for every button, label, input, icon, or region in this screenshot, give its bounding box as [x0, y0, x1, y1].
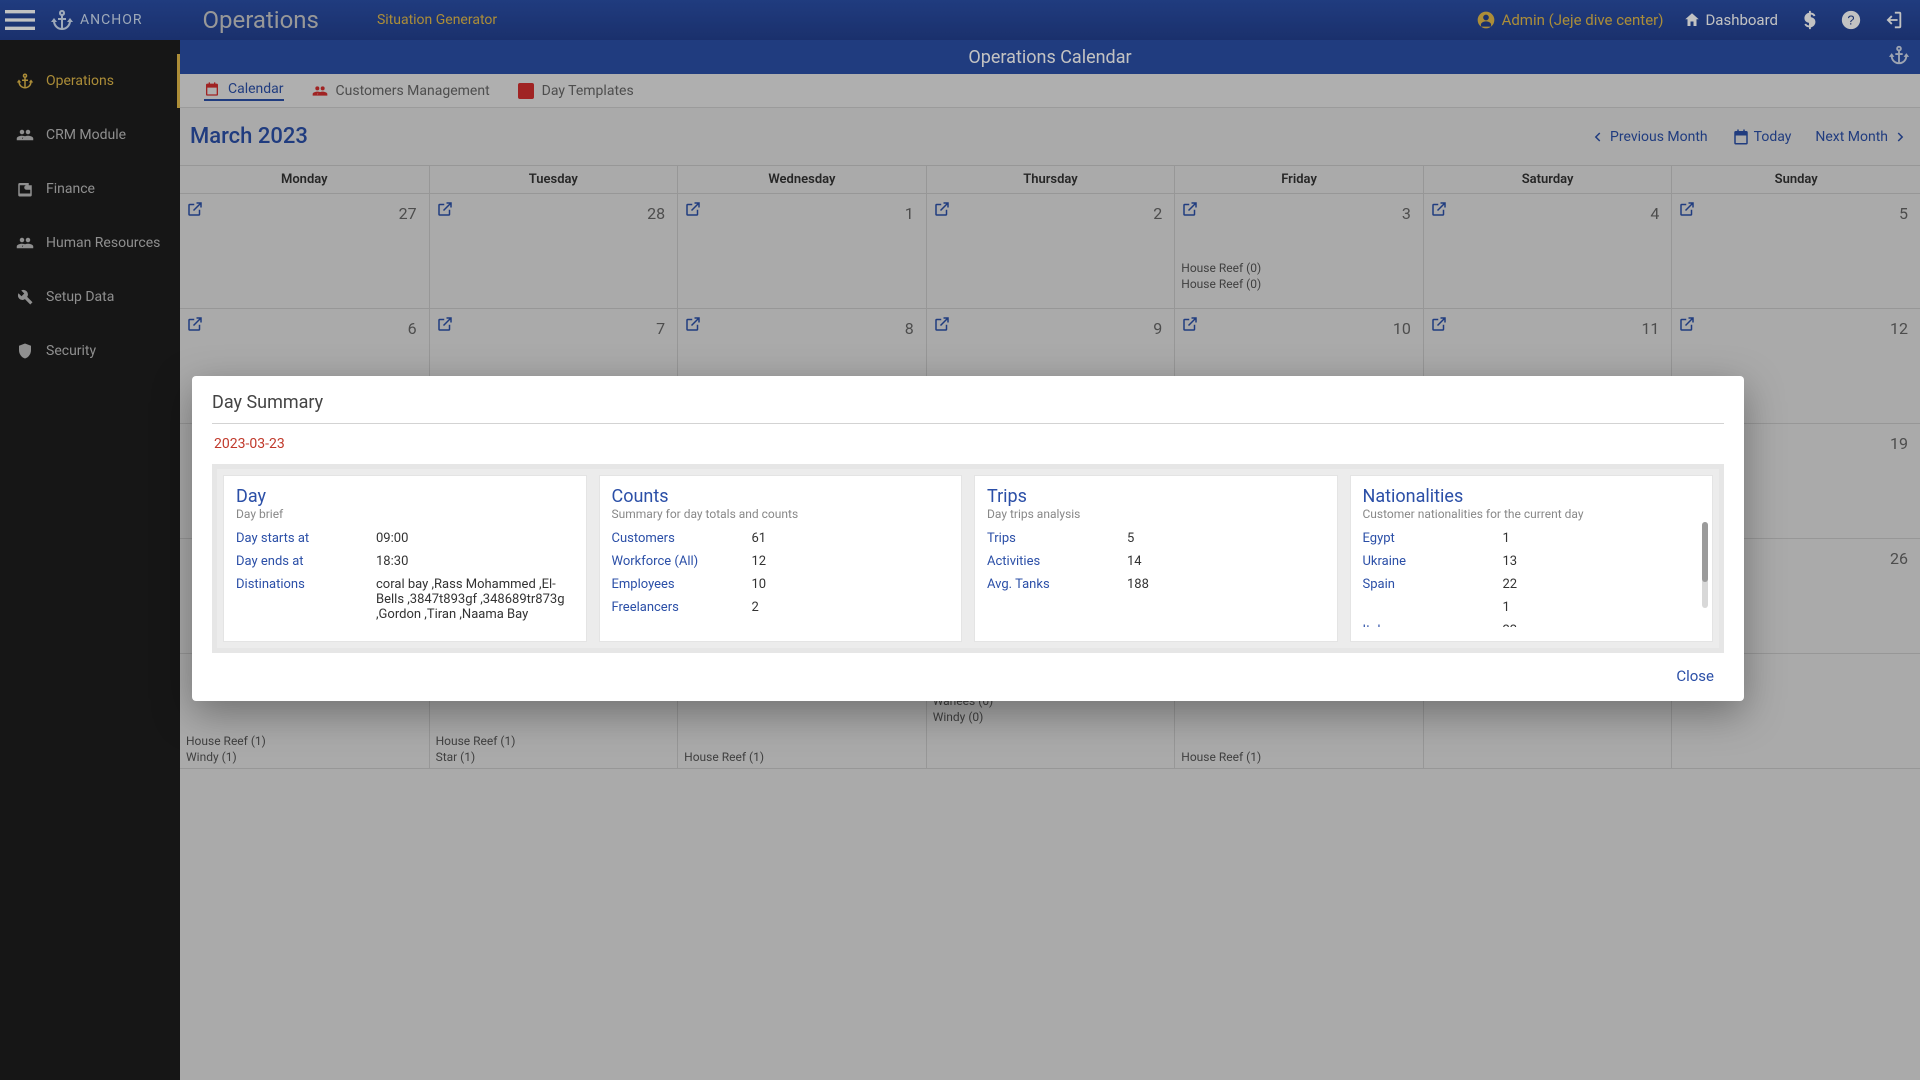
kv-value: 22 — [1503, 577, 1701, 592]
kv-value: 09:00 — [376, 531, 574, 546]
kv-key: Trips — [987, 531, 1127, 546]
card-title: Trips — [987, 486, 1325, 507]
card-day: Day Day brief Day starts at 09:00 Day en… — [223, 475, 587, 642]
kv-key: Activities — [987, 554, 1127, 569]
kv-key: Avg. Tanks — [987, 577, 1127, 592]
day-summary-dialog: Day Summary 2023-03-23 Day Day brief Day… — [192, 376, 1744, 701]
card-subtitle: Day brief — [236, 507, 574, 521]
kv-key — [1363, 600, 1503, 615]
kv-value: 10 — [752, 577, 950, 592]
kv-value: 22 — [1503, 623, 1701, 627]
nationalities-list[interactable]: Egypt1Ukraine13Spain221Italy22 — [1363, 531, 1701, 627]
dialog-cards: Day Day brief Day starts at 09:00 Day en… — [212, 464, 1724, 653]
kv-value: 1 — [1503, 531, 1701, 546]
card-title: Counts — [612, 486, 950, 507]
kv-key: Customers — [612, 531, 752, 546]
card-subtitle: Day trips analysis — [987, 507, 1325, 521]
kv-key: Freelancers — [612, 600, 752, 615]
kv-key: Day starts at — [236, 531, 376, 546]
kv-value: 18:30 — [376, 554, 574, 569]
kv-key: Italy — [1363, 623, 1503, 627]
kv-key: Distinations — [236, 577, 376, 622]
card-subtitle: Summary for day totals and counts — [612, 507, 950, 521]
kv-key: Employees — [612, 577, 752, 592]
kv-value: 61 — [752, 531, 950, 546]
kv-key: Day ends at — [236, 554, 376, 569]
kv-key: Workforce (All) — [612, 554, 752, 569]
dialog-date: 2023-03-23 — [214, 436, 1722, 452]
kv-value: coral bay ,Rass Mohammed ,El-Bells ,3847… — [376, 577, 574, 622]
kv-key: Ukraine — [1363, 554, 1503, 569]
card-title: Nationalities — [1363, 486, 1701, 507]
kv-value: 14 — [1127, 554, 1325, 569]
card-trips: Trips Day trips analysis Trips 5 Activit… — [974, 475, 1338, 642]
kv-value: 2 — [752, 600, 950, 615]
card-counts: Counts Summary for day totals and counts… — [599, 475, 963, 642]
card-nationalities: Nationalities Customer nationalities for… — [1350, 475, 1714, 642]
kv-value: 13 — [1503, 554, 1701, 569]
kv-value: 1 — [1503, 600, 1701, 615]
kv-key: Egypt — [1363, 531, 1503, 546]
kv-key: Spain — [1363, 577, 1503, 592]
card-subtitle: Customer nationalities for the current d… — [1363, 507, 1701, 521]
close-button[interactable]: Close — [212, 653, 1724, 689]
kv-value: 188 — [1127, 577, 1325, 592]
kv-value: 5 — [1127, 531, 1325, 546]
card-title: Day — [236, 486, 574, 507]
dialog-title: Day Summary — [212, 392, 1724, 424]
kv-value: 12 — [752, 554, 950, 569]
scrollbar-thumb[interactable] — [1702, 522, 1708, 582]
